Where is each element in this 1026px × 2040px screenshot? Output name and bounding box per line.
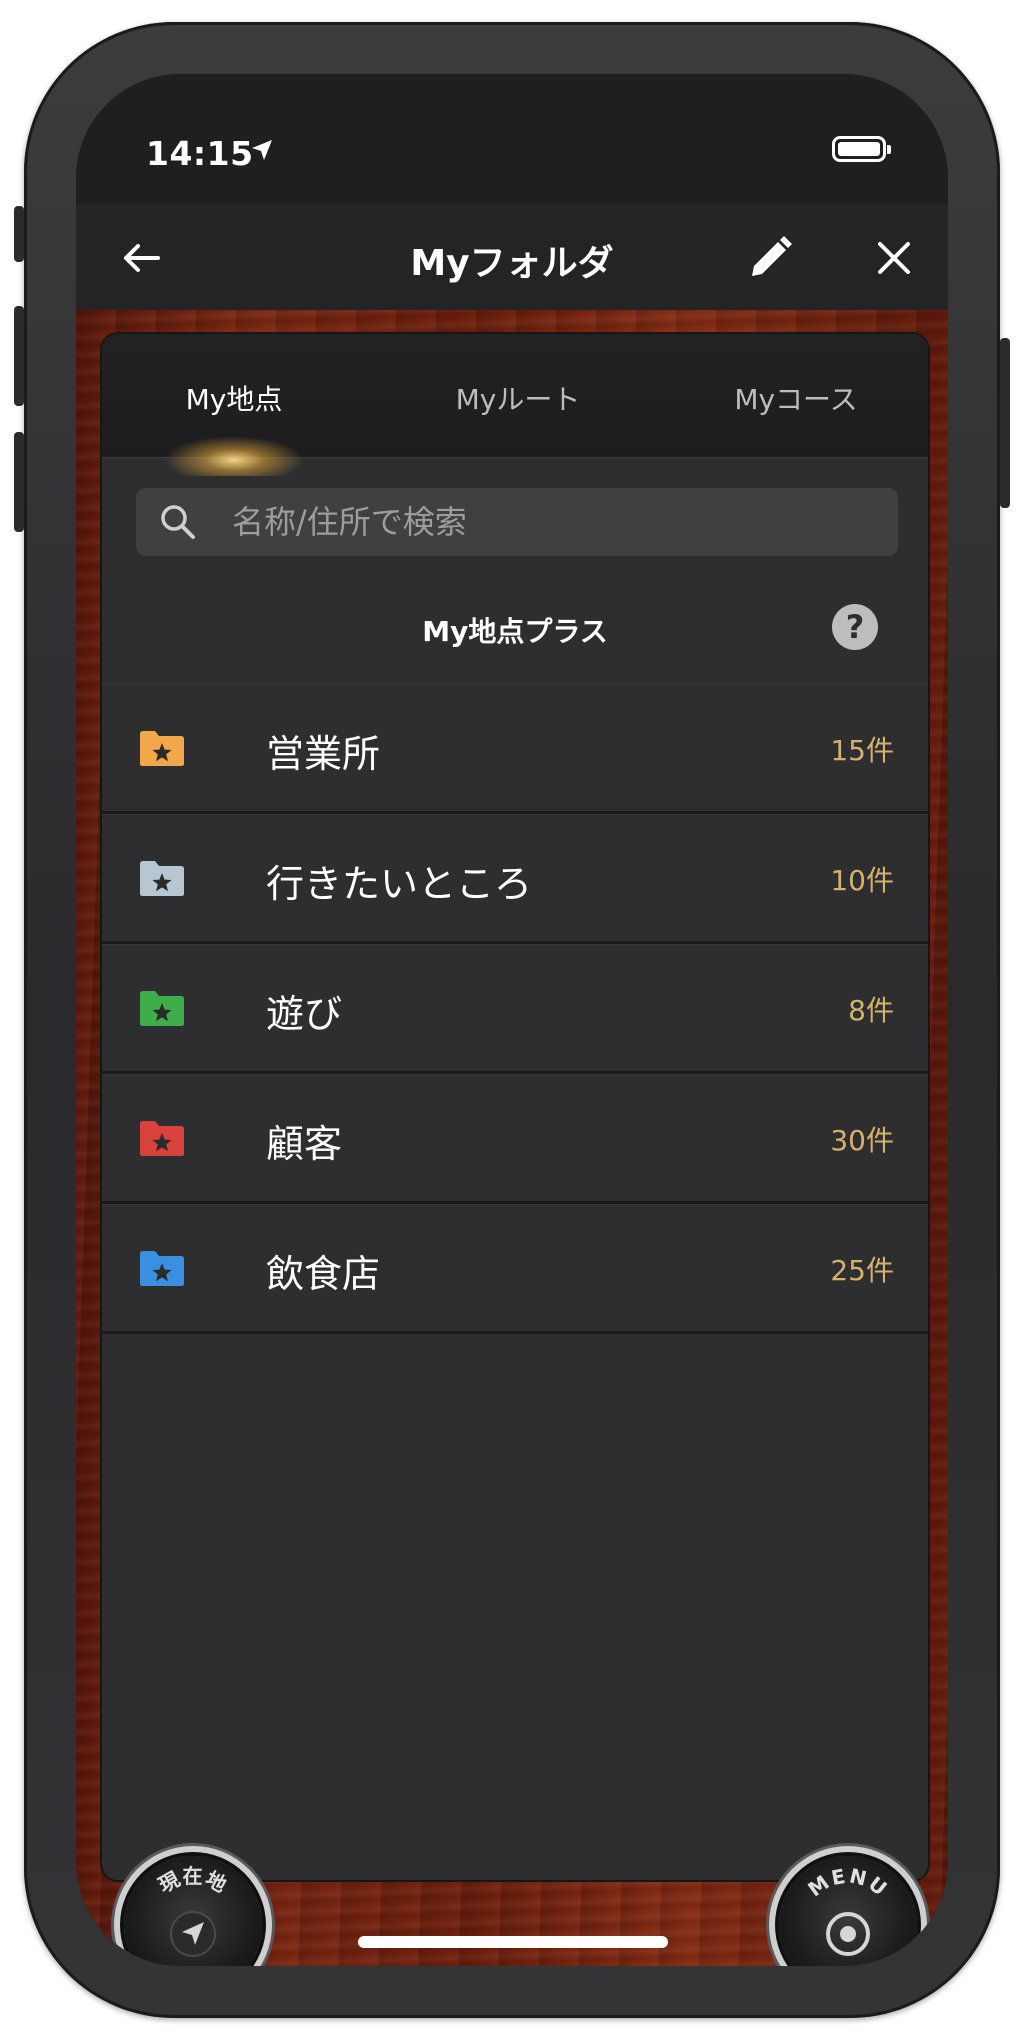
nav-bar: Myフォルダ [76, 204, 948, 310]
folder-label: 顧客 [266, 1122, 343, 1166]
folder-row[interactable]: 遊び 8件 [102, 944, 928, 1074]
volume-up-button [14, 306, 24, 406]
mute-switch [14, 206, 24, 262]
page-title: Myフォルダ [410, 243, 614, 284]
folder-row[interactable]: 顧客 30件 [102, 1074, 928, 1204]
active-tab-indicator [164, 436, 304, 476]
pencil-icon[interactable] [742, 230, 798, 286]
current-location-label: 現在地 [155, 1864, 231, 1898]
folder-row[interactable]: 営業所 15件 [102, 684, 928, 814]
folder-label: 遊び [266, 992, 343, 1036]
star-folder-icon [140, 991, 184, 1026]
star-folder-icon [140, 861, 184, 896]
folder-label: 飲食店 [266, 1252, 381, 1296]
tab-my-routes[interactable]: Myルート [378, 378, 658, 418]
folder-list: 営業所 15件 行きたいところ 10件 遊び 8件 顧客 30件 飲食店 25件 [102, 684, 928, 1334]
svg-text:MENU: MENU [803, 1863, 893, 1901]
tab-bar: My地点 Myルート Myコース [102, 334, 928, 476]
star-folder-icon [140, 1121, 184, 1156]
close-icon[interactable] [866, 230, 922, 286]
location-arrow-icon [252, 140, 272, 160]
volume-down-button [14, 432, 24, 532]
folder-row[interactable]: 飲食店 25件 [102, 1204, 928, 1334]
current-location-button[interactable]: 現在地 [124, 1856, 262, 1966]
section-title: My地点プラス [422, 615, 608, 648]
screen: 14:15 Myフォルダ My地点 Myルート Myコース 名称/住所で検索 M… [76, 74, 948, 1966]
tab-my-courses[interactable]: Myコース [656, 378, 928, 418]
tab-my-points[interactable]: My地点 [102, 378, 374, 418]
folder-count: 30件 [830, 1124, 894, 1157]
battery-icon [832, 136, 891, 162]
current-location-icon: 現在地 [155, 1864, 232, 1957]
svg-text:現在地: 現在地 [155, 1864, 232, 1898]
home-indicator[interactable] [358, 1936, 668, 1948]
folder-label: 営業所 [266, 732, 381, 776]
menu-label: MENU [803, 1863, 891, 1901]
power-button [1000, 338, 1010, 508]
star-folder-icon [140, 1251, 184, 1286]
folder-count: 15件 [830, 734, 894, 767]
menu-icon: MENU [803, 1863, 893, 1956]
folder-row[interactable]: 行きたいところ 10件 [102, 814, 928, 944]
folder-panel: My地点 Myルート Myコース My地点プラス ? [100, 332, 930, 1882]
menu-button[interactable]: MENU [779, 1856, 917, 1966]
search-input[interactable] [230, 488, 870, 556]
folder-label: 行きたいところ [266, 862, 533, 906]
folder-count: 8件 [848, 994, 894, 1027]
help-icon[interactable]: ? [832, 604, 878, 650]
folder-count: 10件 [830, 864, 894, 897]
search-bar[interactable] [136, 488, 898, 556]
star-folder-icon [140, 731, 184, 766]
phone-frame: 14:15 Myフォルダ My地点 Myルート Myコース 名称/住所で検索 M… [14, 22, 1010, 2018]
status-time: 14:15 [146, 134, 254, 173]
folder-count: 25件 [830, 1254, 894, 1287]
search-icon [161, 505, 195, 539]
